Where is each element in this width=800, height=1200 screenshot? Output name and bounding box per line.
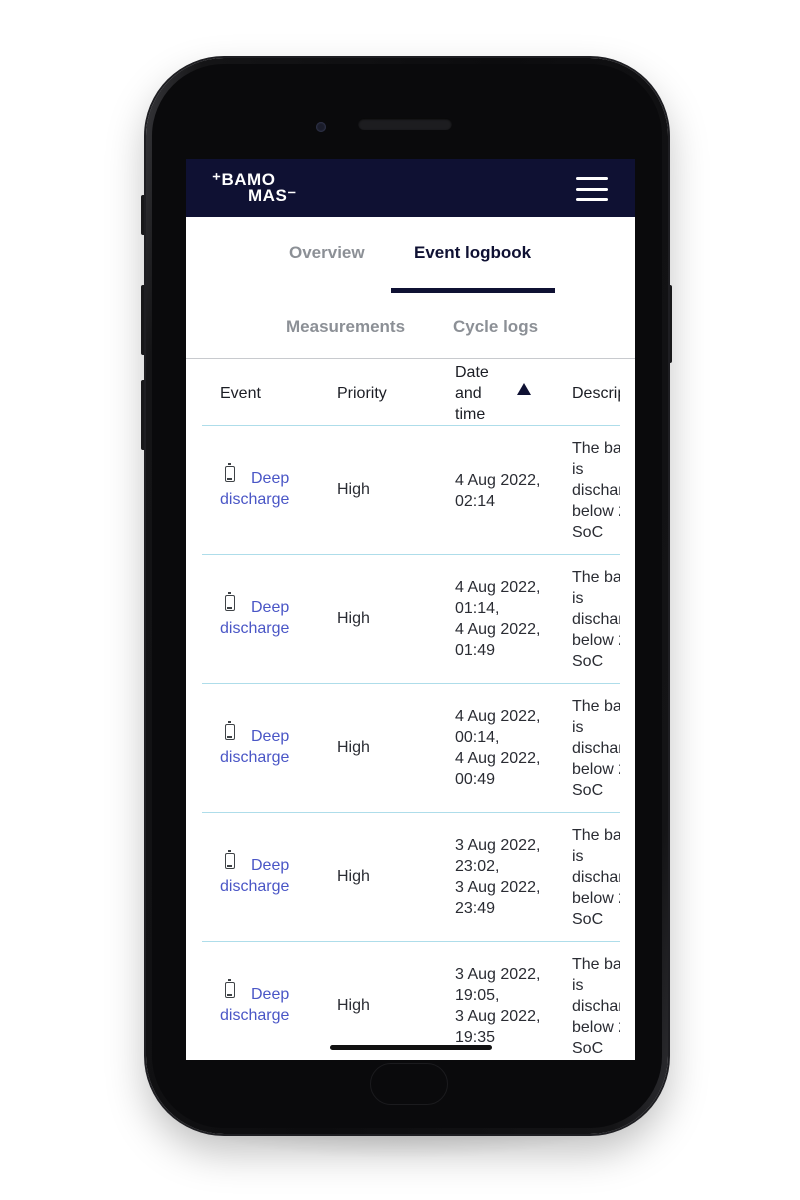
tab-cycle-logs[interactable]: Cycle logs <box>453 317 538 337</box>
date-time-line: 00:14, <box>455 729 500 746</box>
event-name-line2: discharge <box>220 1007 290 1024</box>
table-row[interactable]: Deep discharge High 3 Aug 2022, 19:05, 3 Aug … <box>202 942 635 1060</box>
column-header-description[interactable]: Descrip <box>572 383 620 404</box>
description-line: SoC <box>572 1040 604 1057</box>
table-row[interactable]: Deep discharge High 4 Aug 2022, 00:14, 4 Aug … <box>202 684 635 812</box>
date-time-line: 23:49 <box>455 900 496 917</box>
column-header-event[interactable]: Event <box>220 383 261 404</box>
hamburger-menu-icon[interactable] <box>576 177 608 201</box>
table-row[interactable]: Deep discharge High 4 Aug 2022, 01:14, 4 Aug … <box>202 555 635 683</box>
description-cell: The ba is dischar below 2 SoC <box>572 696 620 801</box>
home-button <box>370 1063 448 1105</box>
phone-screen: ⁺BAMO MAS⁻ Overview Event logbook Measur… <box>186 159 635 1060</box>
event-table: Event Priority Date and time Descrip Dee… <box>202 359 635 1060</box>
description-line: dischar <box>572 869 620 886</box>
event-name-line2: discharge <box>220 620 290 637</box>
description-cell: The ba is dischar below 2 SoC <box>572 825 620 930</box>
description-line: The ba <box>572 569 620 586</box>
priority-cell: High <box>337 610 370 627</box>
event-name-line2: discharge <box>220 749 290 766</box>
description-line: SoC <box>572 782 604 799</box>
home-indicator <box>330 1045 492 1050</box>
date-time-line: 4 Aug 2022, <box>455 621 541 638</box>
table-row[interactable]: Deep discharge High 4 Aug 2022, 02:14 The ba i… <box>202 426 635 554</box>
description-line: is <box>572 461 584 478</box>
brand-logo-line2: MAS⁻ <box>248 186 297 205</box>
app-header: ⁺BAMO MAS⁻ <box>186 159 635 217</box>
battery-icon <box>225 850 235 869</box>
description-line: The ba <box>572 698 620 715</box>
column-header-priority[interactable]: Priority <box>337 383 387 404</box>
description-line: The ba <box>572 956 620 973</box>
date-time-cell: 3 Aug 2022, 19:05, 3 Aug 2022, 19:35 <box>455 964 550 1048</box>
date-time-line: 23:02, <box>455 858 500 875</box>
description-line: dischar <box>572 998 620 1015</box>
date-time-cell: 4 Aug 2022, 02:14 <box>455 470 550 512</box>
date-time-cell: 4 Aug 2022, 01:14, 4 Aug 2022, 01:49 <box>455 577 550 661</box>
description-line: SoC <box>572 653 604 670</box>
event-name-line1: Deep <box>251 857 290 874</box>
priority-cell: High <box>337 997 370 1014</box>
description-line: dischar <box>572 482 620 499</box>
description-line: below 2 <box>572 1019 620 1036</box>
event-name-line2: discharge <box>220 491 290 508</box>
table-row[interactable]: Deep discharge High 3 Aug 2022, 23:02, 3 Aug … <box>202 813 635 941</box>
date-time-line: 4 Aug 2022, <box>455 472 541 489</box>
event-name-line2: discharge <box>220 878 290 895</box>
description-line: SoC <box>572 524 604 541</box>
description-line: is <box>572 977 584 994</box>
description-line: below 2 <box>572 503 620 520</box>
tab-measurements[interactable]: Measurements <box>286 317 405 337</box>
event-name-line1: Deep <box>251 470 290 487</box>
date-time-line: 01:14, <box>455 600 500 617</box>
description-line: dischar <box>572 611 620 628</box>
earpiece-speaker <box>358 118 452 130</box>
tab-event-logbook[interactable]: Event logbook <box>414 243 531 263</box>
description-cell: The ba is dischar below 2 SoC <box>572 438 620 543</box>
priority-cell: High <box>337 739 370 756</box>
event-name-line1: Deep <box>251 599 290 616</box>
battery-icon <box>225 592 235 611</box>
description-line: The ba <box>572 440 620 457</box>
description-line: SoC <box>572 911 604 928</box>
description-line: is <box>572 590 584 607</box>
column-header-date-time[interactable]: Date and time <box>455 362 495 425</box>
priority-cell: High <box>337 868 370 885</box>
date-time-cell: 3 Aug 2022, 23:02, 3 Aug 2022, 23:49 <box>455 835 550 919</box>
battery-icon <box>225 979 235 998</box>
description-line: is <box>572 848 584 865</box>
description-line: dischar <box>572 740 620 757</box>
description-line: is <box>572 719 584 736</box>
date-time-line: 4 Aug 2022, <box>455 579 541 596</box>
battery-icon <box>225 463 235 482</box>
description-line: below 2 <box>572 761 620 778</box>
active-tab-indicator <box>391 288 555 293</box>
brand-logo[interactable]: ⁺BAMO MAS⁻ <box>212 170 302 206</box>
description-cell: The ba is dischar below 2 SoC <box>572 567 620 672</box>
date-time-line: 3 Aug 2022, <box>455 1008 541 1025</box>
date-time-line: 3 Aug 2022, <box>455 837 541 854</box>
event-name-line1: Deep <box>251 986 290 1003</box>
date-time-line: 01:49 <box>455 642 496 659</box>
date-time-line: 19:05, <box>455 987 500 1004</box>
battery-icon <box>225 721 235 740</box>
date-time-line: 4 Aug 2022, <box>455 708 541 725</box>
date-time-line: 3 Aug 2022, <box>455 879 541 896</box>
front-camera-icon <box>316 122 326 132</box>
description-cell: The ba is dischar below 2 SoC <box>572 954 620 1059</box>
date-time-line: 02:14 <box>455 493 496 510</box>
description-line: below 2 <box>572 890 620 907</box>
description-line: below 2 <box>572 632 620 649</box>
tab-overview[interactable]: Overview <box>289 243 365 263</box>
date-time-line: 00:49 <box>455 771 496 788</box>
priority-cell: High <box>337 481 370 498</box>
event-name-line1: Deep <box>251 728 290 745</box>
date-time-line: 3 Aug 2022, <box>455 966 541 983</box>
date-time-line: 4 Aug 2022, <box>455 750 541 767</box>
description-line: The ba <box>572 827 620 844</box>
table-header: Event Priority Date and time Descrip <box>202 359 635 426</box>
sort-ascending-icon[interactable] <box>517 383 531 395</box>
date-time-cell: 4 Aug 2022, 00:14, 4 Aug 2022, 00:49 <box>455 706 550 790</box>
